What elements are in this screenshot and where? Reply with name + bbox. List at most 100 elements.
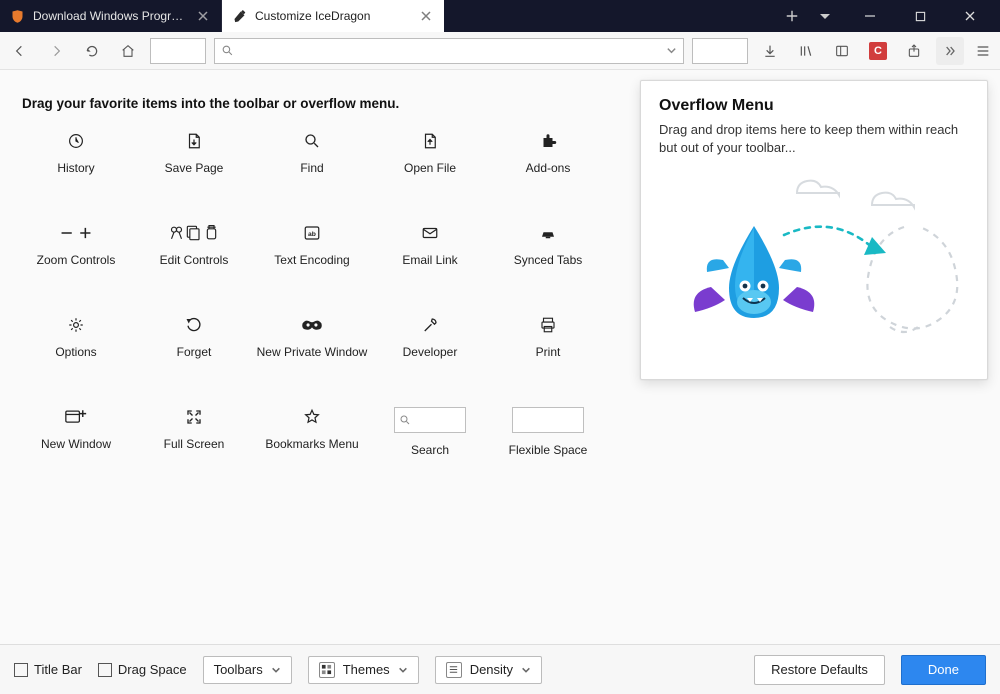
chevron-down-icon — [271, 665, 281, 675]
item-forget[interactable]: Forget — [138, 311, 250, 385]
tab-title: Customize IceDragon — [255, 9, 410, 23]
maximize-button[interactable] — [898, 0, 942, 32]
item-search[interactable]: Search — [374, 403, 486, 477]
tab-customize-icedragon[interactable]: Customize IceDragon — [222, 0, 444, 32]
item-find[interactable]: Find — [256, 127, 368, 201]
tab-strip: Download Windows Programs Customize IceD… — [0, 0, 840, 32]
toolbar-slot[interactable] — [150, 38, 206, 64]
window-titlebar: Download Windows Programs Customize IceD… — [0, 0, 1000, 32]
zoom-icon — [59, 223, 93, 243]
search-icon — [221, 44, 234, 57]
item-label: Forget — [177, 345, 212, 360]
item-label: Save Page — [165, 161, 224, 176]
wrench-icon — [421, 315, 439, 335]
print-icon — [539, 315, 557, 335]
overflow-button[interactable] — [936, 37, 964, 65]
themes-icon — [319, 662, 335, 678]
item-addons[interactable]: Add-ons — [492, 127, 604, 201]
item-new-window[interactable]: New Window — [20, 403, 132, 477]
overflow-description: Drag and drop items here to keep them wi… — [659, 121, 969, 156]
history-icon — [67, 131, 85, 151]
all-tabs-button[interactable] — [810, 0, 840, 32]
library-button[interactable] — [792, 37, 820, 65]
url-bar[interactable] — [214, 38, 684, 64]
text-encoding-icon: ab — [303, 223, 321, 243]
addons-icon — [539, 131, 557, 151]
back-button[interactable] — [6, 37, 34, 65]
item-label: Options — [55, 345, 96, 360]
new-window-icon — [65, 407, 87, 427]
home-button[interactable] — [114, 37, 142, 65]
gear-icon — [67, 315, 85, 335]
minimize-button[interactable] — [848, 0, 892, 32]
item-label: Text Encoding — [274, 253, 349, 268]
item-open-file[interactable]: Open File — [374, 127, 486, 201]
checkbox-label: Title Bar — [34, 662, 82, 677]
density-icon — [446, 662, 462, 678]
edit-controls-icon — [169, 223, 219, 243]
share-button[interactable] — [900, 37, 928, 65]
item-edit-controls[interactable]: Edit Controls — [138, 219, 250, 293]
customize-pane: Drag your favorite items into the toolba… — [0, 70, 1000, 644]
close-window-button[interactable] — [948, 0, 992, 32]
item-synced-tabs[interactable]: Synced Tabs — [492, 219, 604, 293]
menu-button[interactable] — [972, 37, 994, 65]
toolbars-select[interactable]: Toolbars — [203, 656, 292, 684]
item-new-private-window[interactable]: New Private Window — [256, 311, 368, 385]
bookmark-star-icon — [303, 407, 321, 427]
reload-button[interactable] — [78, 37, 106, 65]
overflow-title: Overflow Menu — [659, 97, 969, 115]
new-tab-button[interactable] — [774, 0, 810, 32]
icedragon-icon — [10, 9, 25, 24]
item-label: Zoom Controls — [37, 253, 116, 268]
chevron-down-icon — [398, 665, 408, 675]
sidebar-button[interactable] — [828, 37, 856, 65]
customize-palette: Drag your favorite items into the toolba… — [0, 70, 640, 644]
item-label: New Private Window — [257, 345, 368, 360]
customize-footer: Title Bar Drag Space Toolbars Themes Den… — [0, 644, 1000, 694]
chevron-down-icon[interactable] — [666, 45, 677, 56]
dragspace-checkbox[interactable]: Drag Space — [98, 662, 187, 677]
density-select[interactable]: Density — [435, 656, 542, 684]
item-flexible-space[interactable]: Flexible Space — [492, 403, 604, 477]
item-label: Full Screen — [164, 437, 225, 452]
item-full-screen[interactable]: Full Screen — [138, 403, 250, 477]
palette-grid: History Save Page Find Open File Add-ons… — [20, 127, 620, 477]
item-zoom-controls[interactable]: Zoom Controls — [20, 219, 132, 293]
select-label: Toolbars — [214, 662, 263, 677]
select-label: Themes — [343, 662, 390, 677]
done-button[interactable]: Done — [901, 655, 986, 685]
forward-button[interactable] — [42, 37, 70, 65]
item-history[interactable]: History — [20, 127, 132, 201]
item-email-link[interactable]: Email Link — [374, 219, 486, 293]
item-label: Developer — [403, 345, 458, 360]
titlebar-checkbox[interactable]: Title Bar — [14, 662, 82, 677]
item-developer[interactable]: Developer — [374, 311, 486, 385]
item-label: Synced Tabs — [514, 253, 583, 268]
item-label: Add-ons — [526, 161, 571, 176]
item-print[interactable]: Print — [492, 311, 604, 385]
item-text-encoding[interactable]: ab Text Encoding — [256, 219, 368, 293]
item-save-page[interactable]: Save Page — [138, 127, 250, 201]
downloads-button[interactable] — [756, 37, 784, 65]
overflow-menu-panel[interactable]: Overflow Menu Drag and drop items here t… — [640, 80, 988, 380]
themes-select[interactable]: Themes — [308, 656, 419, 684]
restore-defaults-button[interactable]: Restore Defaults — [754, 655, 885, 685]
item-bookmarks-menu[interactable]: Bookmarks Menu — [256, 403, 368, 477]
item-label: Find — [300, 161, 323, 176]
tab-title: Download Windows Programs — [33, 9, 188, 23]
item-label: History — [57, 161, 94, 176]
tab-download-windows-programs[interactable]: Download Windows Programs — [0, 0, 222, 32]
button-label: Restore Defaults — [771, 662, 868, 677]
toolbar-slot[interactable] — [692, 38, 748, 64]
item-options[interactable]: Options — [20, 311, 132, 385]
chevron-down-icon — [521, 665, 531, 675]
item-label: Email Link — [402, 253, 457, 268]
close-icon[interactable] — [418, 8, 434, 24]
item-label: Search — [411, 443, 449, 458]
comodo-button[interactable]: C — [864, 37, 892, 65]
overflow-column: Overflow Menu Drag and drop items here t… — [640, 70, 1000, 644]
close-icon[interactable] — [196, 8, 211, 24]
navigation-toolbar: C — [0, 32, 1000, 70]
item-label: Bookmarks Menu — [265, 437, 358, 452]
